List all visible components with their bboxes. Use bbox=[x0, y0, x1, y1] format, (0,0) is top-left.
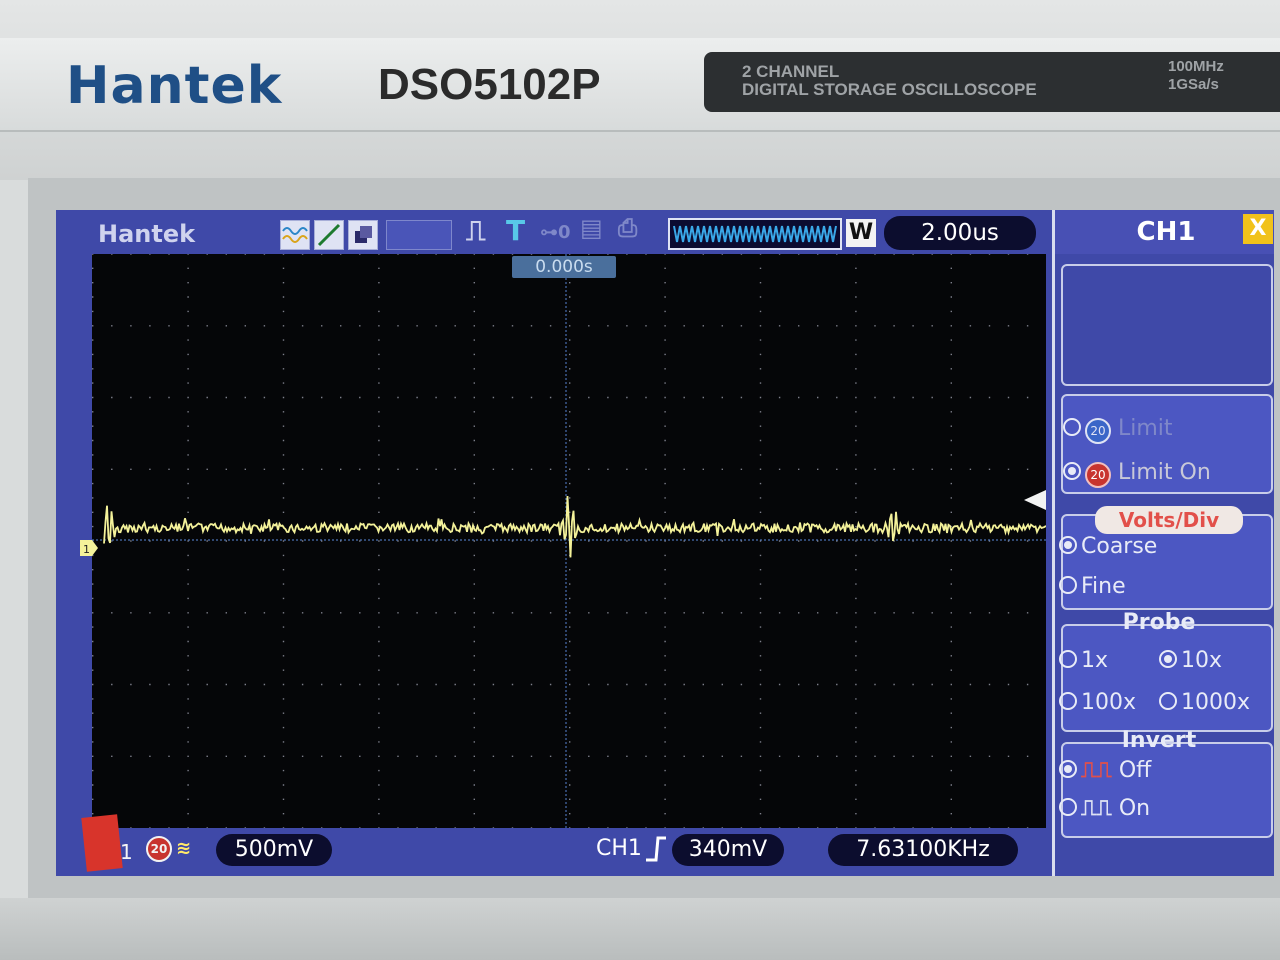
spec-sample-rate: 1GSa/s bbox=[1168, 76, 1219, 93]
invert-title: Invert bbox=[1121, 728, 1197, 753]
radio-icon bbox=[1059, 576, 1077, 594]
trigger-source[interactable]: CH1 bbox=[596, 836, 642, 861]
radio-icon bbox=[1059, 650, 1077, 668]
device-description-panel: 2 CHANNEL DIGITAL STORAGE OSCILLOSCOPE 1… bbox=[704, 52, 1280, 112]
trigger-level-readout[interactable]: 340mV bbox=[672, 834, 784, 866]
probe-1000x-label: 1000x bbox=[1181, 690, 1251, 715]
pulse-icon[interactable]: ⎍ bbox=[466, 214, 486, 248]
probe-1x-label: 1x bbox=[1081, 648, 1109, 673]
screen-logo: Hantek bbox=[98, 220, 196, 248]
waveform-screen[interactable] bbox=[92, 253, 1048, 829]
run-stop-icon[interactable] bbox=[386, 220, 452, 250]
probe-1x-option[interactable]: 1x bbox=[1059, 648, 1108, 673]
bw-20-selected-badge: 20 bbox=[1085, 462, 1111, 488]
bw-option-label: Limit On bbox=[1118, 460, 1211, 485]
invert-off-option[interactable]: ⎍⎍ Off bbox=[1059, 758, 1151, 783]
radio-selected-icon bbox=[1059, 760, 1077, 778]
top-status-bar: Hantek ⎍ T ⊶0 ▤ ⎙ W 2.00us bbox=[56, 210, 1052, 256]
invert-on-label: On bbox=[1118, 796, 1151, 821]
red-marker-sticker bbox=[81, 814, 123, 872]
bw-option-on[interactable]: 20 Limit On bbox=[1063, 460, 1211, 488]
probe-100x-label: 100x bbox=[1081, 690, 1137, 715]
radio-selected-icon bbox=[1159, 650, 1177, 668]
memory-mode-badge[interactable]: W bbox=[846, 219, 876, 247]
timebase-readout[interactable]: 2.00us bbox=[884, 216, 1036, 250]
graticule-grid bbox=[92, 253, 1048, 829]
device-bezel-bottom bbox=[0, 898, 1280, 960]
lcd-display: Hantek ⎍ T ⊶0 ▤ ⎙ W 2.00us 0.000s 1 1 20… bbox=[56, 210, 1274, 876]
memory-waveform-icon bbox=[673, 225, 837, 243]
invert-group bbox=[1061, 742, 1273, 838]
probe-10x-label: 10x bbox=[1181, 648, 1223, 673]
bw-option-off[interactable]: 20 Limit bbox=[1063, 416, 1173, 444]
spec-bandwidth: 100MHz bbox=[1168, 58, 1224, 75]
trigger-position-label: 0.000s bbox=[512, 256, 616, 278]
probe-100x-option[interactable]: 100x bbox=[1059, 690, 1136, 715]
line-icon[interactable] bbox=[314, 220, 344, 250]
rising-edge-icon bbox=[646, 836, 666, 862]
svg-text:1: 1 bbox=[83, 543, 90, 556]
probe-10x-option[interactable]: 10x bbox=[1159, 648, 1222, 673]
coarse-option[interactable]: Coarse bbox=[1059, 534, 1157, 559]
bw-option-label: Limit bbox=[1118, 416, 1173, 441]
probe-1000x-option[interactable]: 1000x bbox=[1159, 690, 1250, 715]
channel-number: 1 bbox=[120, 840, 133, 864]
channel-menu: CH1 X 20 Limit 20 Limit On Volts/Div Coa… bbox=[1052, 210, 1274, 876]
coarse-label: Coarse bbox=[1081, 534, 1158, 559]
probe-icon[interactable]: ⊶0 bbox=[540, 222, 571, 243]
radio-icon bbox=[1159, 692, 1177, 710]
volts-div-title: Volts/Div bbox=[1095, 506, 1243, 534]
fine-option[interactable]: Fine bbox=[1059, 574, 1126, 599]
frequency-readout: 7.63100KHz bbox=[828, 834, 1018, 866]
print-icon[interactable]: ⎙ bbox=[618, 214, 637, 242]
bandwidth-limit-badge: 20 bbox=[146, 836, 172, 862]
radio-icon bbox=[1063, 418, 1081, 436]
invert-on-icon: ⎍⎍ bbox=[1081, 796, 1112, 821]
radio-selected-icon bbox=[1063, 462, 1081, 480]
device-brand-logo: Hantek bbox=[66, 56, 283, 116]
copy-icon[interactable] bbox=[348, 220, 378, 250]
trigger-t-icon[interactable]: T bbox=[506, 214, 525, 247]
save-icon[interactable]: ▤ bbox=[580, 214, 603, 242]
coupling-icon: ≋ bbox=[176, 838, 192, 859]
ground-level-marker[interactable]: 1 bbox=[80, 540, 98, 556]
waveform-icon[interactable] bbox=[280, 220, 310, 250]
bw-20-badge: 20 bbox=[1085, 418, 1111, 444]
radio-selected-icon bbox=[1059, 536, 1077, 554]
menu-close-button[interactable]: X bbox=[1243, 214, 1273, 244]
radio-icon bbox=[1059, 798, 1077, 816]
volts-per-div-readout[interactable]: 500mV bbox=[216, 834, 332, 866]
ch1-waveform-trace bbox=[103, 495, 1047, 558]
description-line-1: 2 CHANNEL bbox=[742, 62, 840, 81]
menu-blank-slot[interactable] bbox=[1061, 264, 1273, 386]
radio-icon bbox=[1059, 692, 1077, 710]
memory-depth-bar bbox=[668, 218, 842, 250]
invert-off-icon: ⎍⎍ bbox=[1081, 758, 1112, 783]
menu-title: CH1 bbox=[1055, 210, 1274, 254]
invert-on-option[interactable]: ⎍⎍ On bbox=[1059, 796, 1150, 821]
probe-title: Probe bbox=[1122, 610, 1196, 635]
trigger-level-marker[interactable] bbox=[1024, 490, 1046, 510]
description-line-2: DIGITAL STORAGE OSCILLOSCOPE bbox=[742, 80, 1037, 99]
device-model: DSO5102P bbox=[378, 60, 601, 109]
probe-group bbox=[1061, 624, 1273, 732]
invert-off-label: Off bbox=[1118, 758, 1152, 783]
fine-label: Fine bbox=[1081, 574, 1126, 599]
